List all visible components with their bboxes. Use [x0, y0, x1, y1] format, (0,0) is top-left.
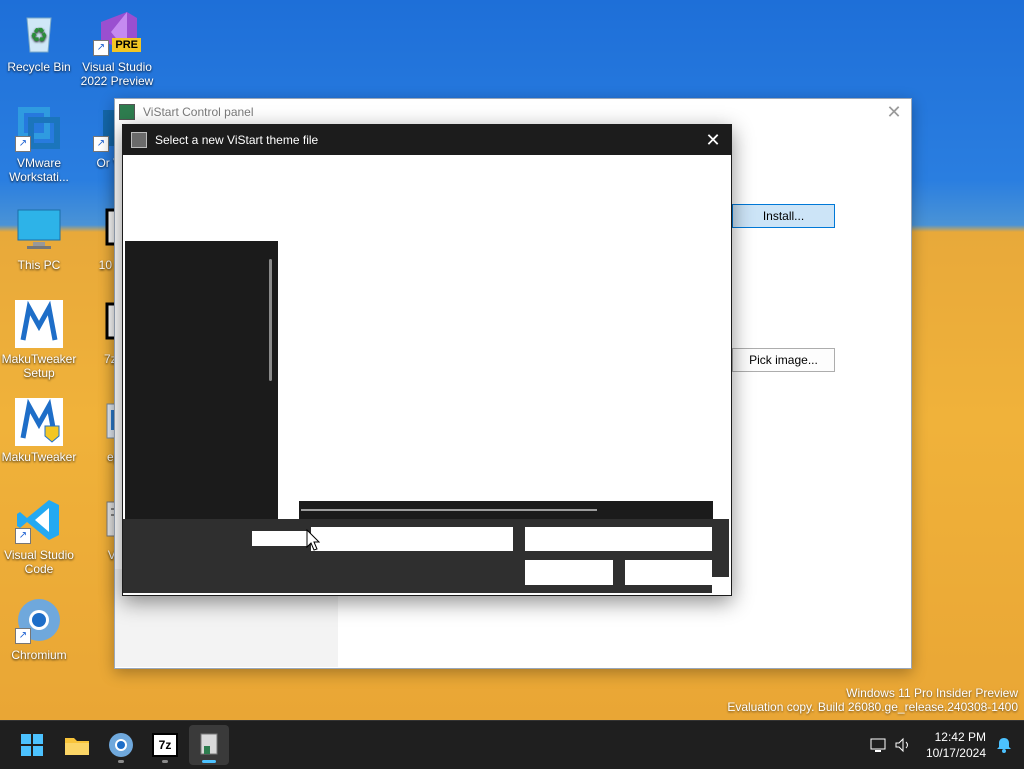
- mouse-cursor-icon: [306, 529, 320, 551]
- desktop-icon-label: VMware Workstati...: [9, 156, 69, 184]
- desktop-icon-makutweaker-setup[interactable]: MakuTweaker Setup: [1, 300, 77, 380]
- file-list-area[interactable]: [278, 155, 729, 501]
- this-pc-icon: [15, 206, 63, 254]
- taskbar-7zip[interactable]: 7z: [145, 725, 185, 765]
- taskbar-file-explorer[interactable]: [57, 725, 97, 765]
- folder-icon: [65, 738, 89, 755]
- desktop-icon-label: MakuTweaker Setup: [1, 352, 77, 380]
- desktop-icon-label: Visual Studio Code: [4, 548, 74, 576]
- vscode-icon: ↗: [15, 496, 63, 544]
- file-name-label-placeholder: [252, 531, 308, 546]
- close-icon[interactable]: ✕: [883, 101, 905, 123]
- desktop-icon-chromium[interactable]: ↗ Chromium: [1, 596, 77, 662]
- file-name-input[interactable]: [311, 527, 513, 551]
- vistart-app-icon: [131, 132, 147, 148]
- svg-text:♻: ♻: [30, 25, 48, 47]
- pick-image-button[interactable]: Pick image...: [732, 348, 835, 372]
- navigation-scrollbar[interactable]: [269, 259, 272, 381]
- dialog-title: Select a new ViStart theme file: [155, 133, 319, 147]
- desktop-icon-visual-studio-preview[interactable]: PRE ↗ Visual Studio 2022 Preview: [79, 8, 155, 88]
- running-indicator: [202, 760, 216, 763]
- taskbar-vistart[interactable]: [189, 725, 229, 765]
- volume-icon[interactable]: [894, 737, 912, 753]
- chromium-icon: [109, 733, 133, 757]
- taskbar: 7z 12:42 PM 10/17/2024: [0, 720, 1024, 769]
- cancel-button[interactable]: [625, 560, 712, 585]
- seven-zip-icon: 7z: [152, 733, 178, 757]
- vistart-icon: [200, 733, 218, 755]
- desktop-icon-vmware[interactable]: ↗ VMware Workstati...: [1, 104, 77, 184]
- taskbar-chromium[interactable]: [101, 725, 141, 765]
- makutweaker-setup-icon: [15, 300, 63, 348]
- desktop-icon-label: Recycle Bin: [7, 60, 71, 74]
- vistart-app-icon: [119, 104, 135, 120]
- desktop-icon-label: Chromium: [11, 648, 67, 662]
- visual-studio-preview-icon: PRE ↗: [93, 8, 141, 56]
- shortcut-arrow-icon: ↗: [15, 628, 31, 644]
- dialog-titlebar: Select a new ViStart theme file: [123, 125, 731, 155]
- running-indicator: [162, 760, 168, 763]
- shortcut-arrow-icon: ↗: [93, 136, 109, 152]
- watermark-edition: Windows 11 Pro Insider Preview: [846, 686, 1018, 700]
- resize-grip[interactable]: [712, 577, 729, 593]
- running-indicator: [118, 760, 124, 763]
- open-button[interactable]: [525, 560, 613, 585]
- desktop-icon-recycle-bin[interactable]: ♻ Recycle Bin: [1, 8, 77, 74]
- clock[interactable]: 12:42 PM 10/17/2024: [926, 729, 986, 761]
- vmware-icon: ↗: [15, 104, 63, 152]
- file-list-horizontal-scrollbar[interactable]: [299, 501, 713, 519]
- clock-date: 10/17/2024: [925, 746, 986, 760]
- start-button[interactable]: [12, 725, 52, 765]
- desktop-icon-this-pc[interactable]: This PC: [1, 206, 77, 272]
- scrollbar-thumb[interactable]: [301, 509, 597, 511]
- shortcut-arrow-icon: ↗: [15, 528, 31, 544]
- notification-bell-icon[interactable]: [996, 737, 1012, 753]
- makutweaker-icon: [15, 398, 63, 446]
- shortcut-arrow-icon: ↗: [93, 40, 109, 56]
- desktop-icon-vscode[interactable]: ↗ Visual Studio Code: [1, 496, 77, 576]
- file-type-select[interactable]: [525, 527, 712, 551]
- chromium-icon: ↗: [15, 596, 63, 644]
- control-panel-title: ViStart Control panel: [143, 105, 254, 119]
- clock-time: 12:42 PM: [934, 730, 986, 744]
- windows-start-icon: [21, 734, 43, 756]
- desktop-icon-makutweaker[interactable]: MakuTweaker: [1, 398, 77, 464]
- windows-evaluation-watermark: Windows 11 Pro Insider Preview Evaluatio…: [727, 686, 1018, 714]
- navigation-pane[interactable]: [125, 241, 278, 519]
- close-icon[interactable]: ✕: [701, 128, 725, 152]
- shortcut-arrow-icon: ↗: [15, 136, 31, 152]
- desktop-icon-label: This PC: [17, 258, 61, 272]
- watermark-build: Evaluation copy. Build 26080.ge_release.…: [727, 700, 1018, 714]
- preview-badge: PRE: [112, 38, 141, 52]
- select-theme-file-dialog: Select a new ViStart theme file ✕: [122, 124, 732, 596]
- control-panel-titlebar: ViStart Control panel: [115, 99, 911, 125]
- recycle-bin-icon: ♻: [15, 8, 63, 56]
- network-icon[interactable]: [870, 737, 888, 753]
- system-tray: 12:42 PM 10/17/2024: [870, 721, 1024, 769]
- install-button[interactable]: Install...: [732, 204, 835, 228]
- desktop-icon-label: Visual Studio 2022 Preview: [80, 60, 154, 88]
- dialog-footer: [123, 519, 729, 593]
- desktop-icon-label: MakuTweaker: [1, 450, 77, 464]
